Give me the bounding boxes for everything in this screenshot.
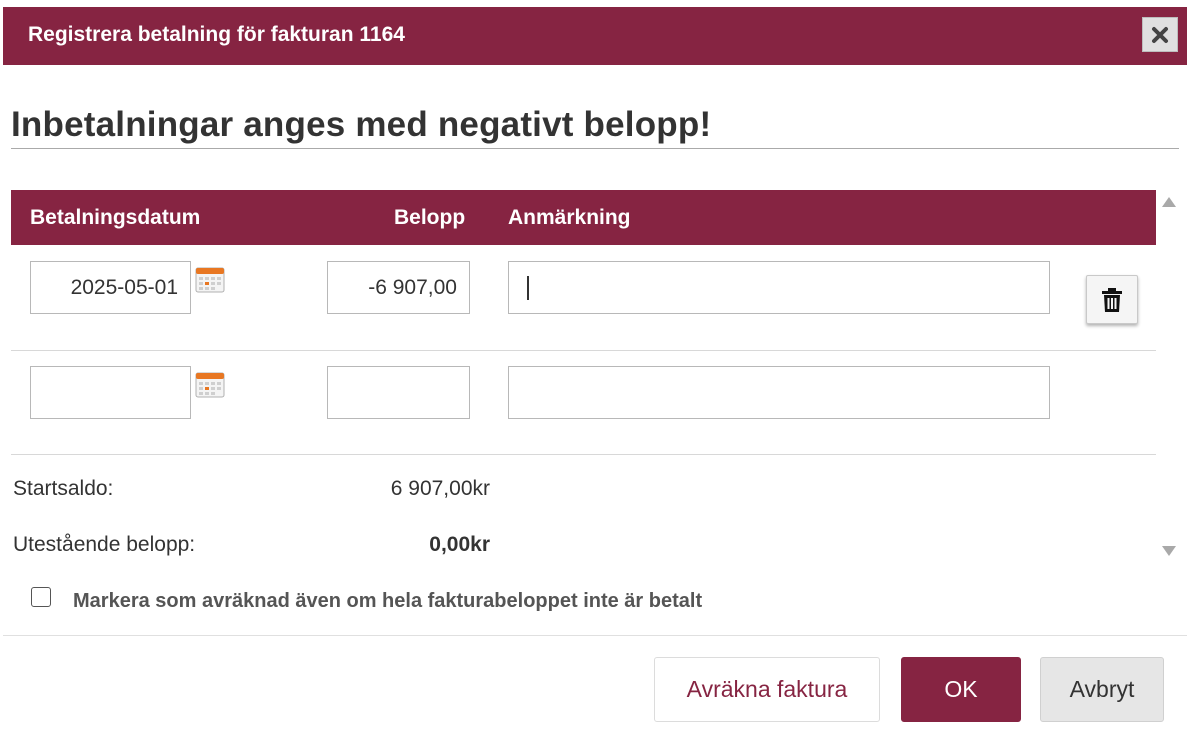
outstanding-value: 0,00kr [429, 533, 490, 556]
cancel-button[interactable]: Avbryt [1040, 657, 1164, 722]
settle-checkbox[interactable] [31, 587, 51, 607]
settle-invoice-button[interactable]: Avräkna faktura [654, 657, 880, 722]
payments-table-header: Betalningsdatum Belopp Anmärkning [11, 190, 1156, 245]
payment-amount-input-2[interactable] [327, 366, 470, 419]
close-button[interactable] [1142, 17, 1178, 52]
start-balance-value: 6 907,00kr [390, 477, 490, 500]
calendar-icon[interactable] [195, 267, 225, 293]
column-header-date: Betalningsdatum [30, 206, 201, 229]
payments-scroll-area[interactable]: Betalningsdatum Belopp Anmärkning 2025-0… [11, 190, 1183, 568]
payment-amount-input-1[interactable] [327, 261, 470, 314]
column-header-note: Anmärkning [508, 206, 631, 229]
payment-note-input-1[interactable] [508, 261, 1050, 314]
scroll-up-arrow-icon[interactable] [1162, 197, 1176, 207]
text-cursor [527, 276, 529, 300]
vertical-scrollbar[interactable] [1156, 190, 1183, 568]
payment-dialog: Registrera betalning för fakturan 1164 I… [3, 7, 1187, 746]
trash-icon [1102, 287, 1122, 312]
payment-date-input-2[interactable] [30, 366, 191, 419]
start-balance-label: Startsaldo: [13, 477, 114, 500]
footer-divider [3, 635, 1187, 636]
calendar-icon[interactable] [195, 372, 225, 398]
column-header-amount: Belopp [394, 206, 466, 229]
payment-note-input-2[interactable] [508, 366, 1050, 419]
heading-divider [11, 148, 1179, 149]
outstanding-label: Utestående belopp: [13, 533, 196, 556]
close-icon [1152, 26, 1168, 43]
page-heading: Inbetalningar anges med negativt belopp! [11, 105, 712, 144]
dialog-title: Registrera betalning för fakturan 1164 [28, 23, 405, 46]
ok-button[interactable]: OK [901, 657, 1021, 722]
settle-checkbox-label[interactable]: Markera som avräknad även om hela faktur… [73, 590, 702, 613]
row-divider [11, 454, 1156, 455]
delete-payment-button[interactable] [1086, 275, 1138, 324]
row-divider [11, 350, 1156, 351]
scroll-down-arrow-icon[interactable] [1162, 546, 1176, 556]
payment-date-input-1[interactable] [30, 261, 191, 314]
dialog-titlebar: Registrera betalning för fakturan 1164 [3, 7, 1187, 65]
